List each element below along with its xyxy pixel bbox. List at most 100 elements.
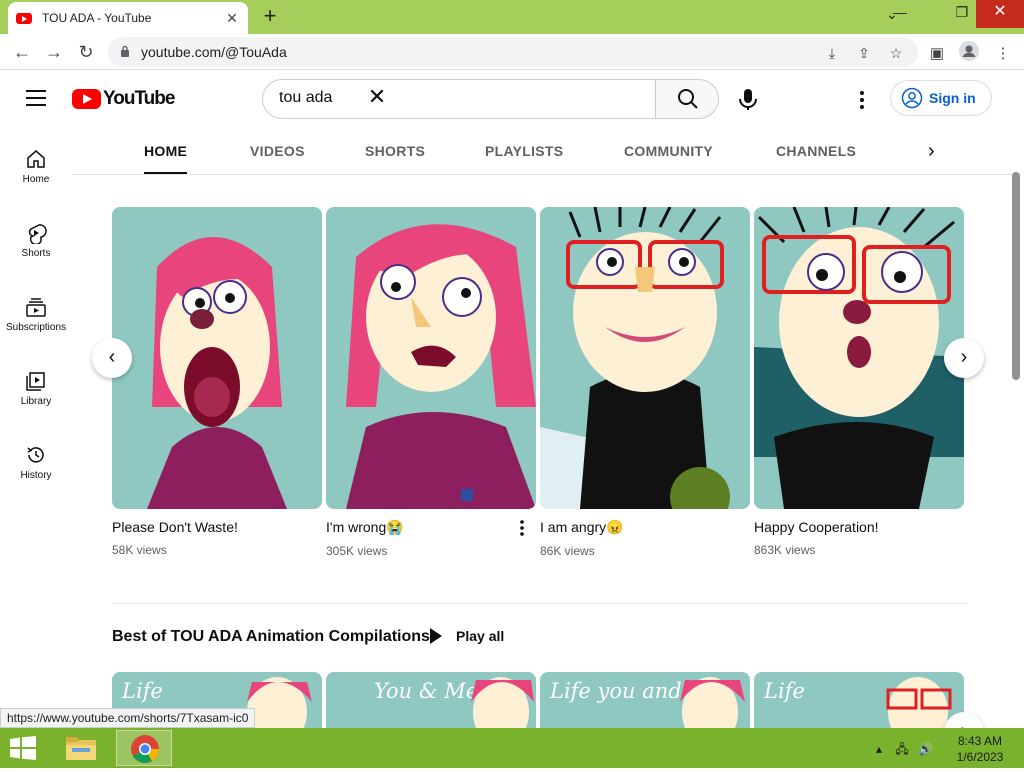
bookmark-star-icon[interactable]: ☆: [886, 43, 906, 63]
short-thumbnail[interactable]: [326, 207, 536, 509]
browser-tab[interactable]: TOU ADA - YouTube ✕: [8, 2, 248, 34]
tab-home[interactable]: HOME: [144, 126, 188, 174]
browser-tab-strip: TOU ADA - YouTube ✕ + ⌄ — ❐ ✕: [0, 0, 1024, 34]
share-icon[interactable]: ⇪: [854, 43, 874, 63]
hamburger-menu-icon[interactable]: [26, 90, 46, 106]
guide-label: History: [20, 470, 52, 481]
channel-tabs: HOME VIDEOS SHORTS PLAYLISTS COMMUNITY C…: [112, 126, 962, 174]
clear-search-icon[interactable]: ✕: [366, 86, 388, 108]
settings-kebab-icon[interactable]: [850, 88, 874, 112]
search-input[interactable]: [279, 89, 619, 107]
page-scrollbar[interactable]: [1012, 172, 1020, 380]
chrome-taskbar-button[interactable]: [116, 730, 172, 766]
guide-item-subscriptions[interactable]: Subscriptions: [0, 284, 72, 348]
system-tray[interactable]: ▴ 🖧 🔊: [876, 740, 933, 761]
youtube-logo[interactable]: YouTube: [72, 88, 175, 110]
guide-item-history[interactable]: History: [0, 432, 72, 496]
tabs-divider: [72, 174, 1012, 175]
taskbar-clock[interactable]: 8:43 AM 1/6/2023: [952, 733, 1008, 765]
short-title[interactable]: I am angry😠: [540, 519, 750, 536]
short-views: 305K views: [326, 544, 388, 558]
guide-label: Subscriptions: [5, 322, 67, 333]
guide-item-shorts[interactable]: Shorts: [0, 210, 72, 274]
minimize-button[interactable]: —: [880, 0, 920, 28]
short-title[interactable]: Happy Cooperation!: [754, 519, 964, 535]
sign-in-label: Sign in: [929, 90, 976, 106]
tab-playlists[interactable]: PLAYLISTS: [485, 126, 563, 174]
start-button[interactable]: [10, 736, 36, 760]
short-thumbnail[interactable]: [754, 207, 964, 509]
tabs-next-chevron-icon[interactable]: ›: [928, 140, 935, 163]
tray-expand-icon[interactable]: ▴: [876, 742, 882, 756]
omnibox[interactable]: youtube.com/@TouAda ⤓ ⇪ ☆: [108, 37, 918, 67]
back-button[interactable]: ←: [10, 40, 34, 64]
guide-item-home[interactable]: Home: [0, 136, 72, 200]
short-views: 863K views: [754, 543, 816, 557]
carousel-prev-button[interactable]: ‹: [92, 338, 132, 378]
short-menu-kebab-icon[interactable]: [512, 518, 532, 538]
short-title[interactable]: Please Don't Waste!: [112, 519, 322, 535]
short-views: 86K views: [540, 544, 595, 558]
search-icon: [678, 89, 698, 109]
search-button[interactable]: [655, 79, 719, 119]
guide-label: Library: [20, 396, 52, 407]
windows-logo-icon: [10, 736, 36, 760]
file-explorer-taskbar-button[interactable]: [62, 732, 100, 766]
account-circle-icon: [901, 87, 923, 109]
short-thumbnail[interactable]: [112, 207, 322, 509]
short-thumbnail[interactable]: [540, 207, 750, 509]
short-views: 58K views: [112, 543, 167, 557]
profile-icon[interactable]: [958, 40, 980, 62]
compilation-thumbnail[interactable]: You & Me Life: [326, 672, 536, 728]
status-bar-url: https://www.youtube.com/shorts/7Txasam-i…: [0, 708, 256, 728]
youtube-favicon-icon: [16, 12, 32, 24]
youtube-play-icon: [72, 89, 101, 109]
tab-videos[interactable]: VIDEOS: [250, 126, 305, 174]
windows-taskbar: ▴ 🖧 🔊 8:43 AM 1/6/2023: [0, 728, 1024, 768]
tab-community[interactable]: COMMUNITY: [624, 126, 713, 174]
section-title[interactable]: Best of TOU ADA Animation Compilations: [112, 628, 430, 646]
clock-time: 8:43 AM: [957, 734, 1003, 748]
compilation-thumbnail[interactable]: Life: [754, 672, 964, 728]
shorts-icon: [28, 224, 47, 244]
lock-icon: [121, 45, 129, 57]
address-toolbar: ← → ↻ youtube.com/@TouAda ⤓ ⇪ ☆ ▣ ⋮: [0, 34, 1024, 70]
voice-search-button[interactable]: [728, 79, 768, 119]
play-all-button[interactable]: Play all: [430, 628, 504, 644]
short-card[interactable]: I'm wrong😭 305K views: [326, 207, 536, 558]
reload-button[interactable]: ↻: [74, 40, 98, 64]
short-card[interactable]: Please Don't Waste! 58K views: [112, 207, 322, 557]
search-box: [262, 79, 656, 119]
tab-close-icon[interactable]: ✕: [224, 10, 240, 27]
url-text: youtube.com/@TouAda: [141, 44, 287, 60]
youtube-masthead: YouTube ✕ Sign in: [0, 70, 1024, 126]
close-window-button[interactable]: ✕: [976, 0, 1024, 28]
sign-in-button[interactable]: Sign in: [890, 80, 992, 116]
short-card[interactable]: Happy Cooperation! 863K views: [754, 207, 964, 557]
chevron-left-icon: ‹: [108, 346, 116, 368]
chrome-icon: [131, 735, 159, 763]
new-tab-button[interactable]: +: [258, 5, 282, 29]
guide-item-library[interactable]: Library: [0, 358, 72, 422]
home-icon: [27, 150, 45, 168]
install-icon[interactable]: ⤓: [822, 43, 842, 63]
tab-shorts[interactable]: SHORTS: [365, 126, 425, 174]
guide-sidebar: Home Shorts Subscriptions Library Histor…: [0, 126, 72, 726]
guide-label: Shorts: [21, 248, 51, 259]
carousel-next-button[interactable]: ›: [944, 338, 984, 378]
volume-icon[interactable]: 🔊: [918, 742, 933, 756]
browser-menu-icon[interactable]: ⋮: [992, 43, 1014, 65]
compilation-overlay-text: Life: [764, 679, 805, 703]
folder-icon: [66, 737, 96, 760]
tab-channels[interactable]: CHANNELS: [776, 126, 856, 174]
compilation-overlay-text: Life: [122, 679, 163, 703]
short-title[interactable]: I'm wrong😭: [326, 519, 536, 536]
short-card[interactable]: I am angry😠 86K views: [540, 207, 750, 558]
side-panel-icon[interactable]: ▣: [926, 43, 948, 65]
play-all-label: Play all: [456, 628, 505, 644]
network-icon[interactable]: 🖧: [895, 742, 908, 756]
forward-button[interactable]: →: [42, 40, 66, 64]
guide-label: Home: [22, 174, 50, 185]
compilation-thumbnail[interactable]: Life you and me: [540, 672, 750, 728]
chevron-right-icon: ›: [960, 346, 968, 368]
